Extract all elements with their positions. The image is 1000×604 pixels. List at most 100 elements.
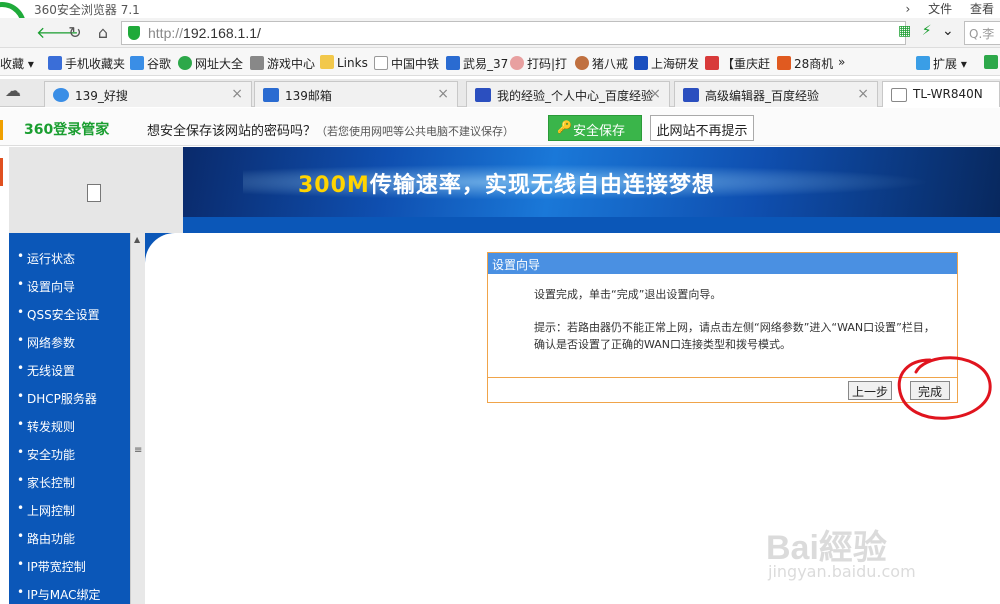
sidebar-item-network[interactable]: 网络参数: [9, 333, 145, 351]
sidebar-item-dhcp[interactable]: DHCP服务器: [9, 389, 145, 407]
banner-strip: [183, 217, 1000, 233]
scroll-up-icon[interactable]: ▲: [134, 235, 140, 244]
bookmark-icon: [634, 56, 648, 70]
tab-strip: ☁ 139_好搜 × 139邮箱 × 我的经验_个人中心_百度经验 × 高级编辑…: [0, 79, 1000, 107]
dialog-title: 设置向导: [488, 253, 957, 274]
search-input[interactable]: Q.李: [964, 21, 1000, 45]
browser-menu: › 文件 查看: [892, 0, 995, 17]
bookmark-item[interactable]: 猪八戒: [575, 55, 628, 72]
pig-icon: [510, 56, 524, 70]
dialog-footer: 上一步 完成: [488, 377, 957, 402]
bookmark-item[interactable]: 【重庆赶: [705, 55, 770, 72]
close-icon[interactable]: ×: [231, 86, 243, 102]
address-bar[interactable]: http://192.168.1.1/: [121, 21, 906, 45]
router-sidebar: 运行状态 设置向导 QSS安全设置 网络参数 无线设置 DHCP服务器 转发规则…: [9, 233, 145, 604]
sidebar-item-wireless[interactable]: 无线设置: [9, 361, 145, 379]
sidebar-item-status[interactable]: 运行状态: [9, 249, 145, 267]
password-save-message: 想安全保存该网站的密码吗？（若您使用网吧等公共电脑不建议保存）: [147, 124, 515, 139]
sidebar-item-ip-mac[interactable]: IP与MAC绑定: [9, 585, 145, 603]
bookmark-item[interactable]: 上海研发: [634, 55, 699, 72]
tab-item[interactable]: 139邮箱 ×: [254, 81, 458, 107]
broken-image-icon: [87, 184, 101, 202]
bookmark-item[interactable]: 手机收藏夹: [48, 55, 125, 72]
sidebar-item-access-control[interactable]: 上网控制: [9, 501, 145, 519]
bookmark-icon: [178, 56, 192, 70]
close-icon[interactable]: ×: [857, 86, 869, 102]
bookmark-item[interactable]: 游戏中心: [250, 55, 315, 72]
address-url[interactable]: http://192.168.1.1/: [148, 25, 261, 41]
never-for-site-button[interactable]: 此网站不再提示: [650, 115, 754, 141]
mail-icon: [263, 88, 279, 102]
close-icon[interactable]: ×: [437, 86, 449, 102]
tab-item[interactable]: 高级编辑器_百度经验 ×: [674, 81, 878, 107]
sidebar-item-routing[interactable]: 路由功能: [9, 529, 145, 547]
save-password-button[interactable]: 安全保存: [548, 115, 642, 141]
side-marker: [0, 158, 3, 186]
previous-button[interactable]: 上一步: [848, 381, 892, 400]
dialog-hint: 提示：若路由器仍不能正常上网，请点击左侧“网络参数”进入“WAN口设置”栏目，确…: [534, 321, 935, 351]
sidebar-item-bandwidth[interactable]: IP带宽控制: [9, 557, 145, 575]
close-icon[interactable]: ×: [649, 86, 661, 102]
bookmarks-bar: 收藏 ▾ 手机收藏夹 谷歌 网址大全 游戏中心 Links 中国中铁 武易_37…: [0, 48, 1000, 76]
bookmark-icon: [777, 56, 791, 70]
speed-icon[interactable]: ⚡: [922, 23, 932, 39]
side-marker: [0, 120, 3, 140]
dropdown-chevron-icon[interactable]: ⌄: [942, 23, 954, 39]
bookmark-item[interactable]: 武易_37: [446, 55, 508, 72]
sidebar-item-qss[interactable]: QSS安全设置: [9, 305, 145, 323]
dialog-message: 设置完成，单击“完成”退出设置向导。: [534, 288, 722, 301]
bookmark-icon: [48, 56, 62, 70]
password-save-bar: 360登录管家 想安全保存该网站的密码吗？（若您使用网吧等公共电脑不建议保存） …: [0, 108, 1000, 146]
tab-label: 高级编辑器_百度经验: [705, 89, 820, 103]
bookmark-item[interactable]: 中国中铁: [374, 55, 439, 72]
tab-item[interactable]: 139_好搜 ×: [44, 81, 252, 107]
router-banner: 300M传输速率，实现无线自由连接梦想: [183, 147, 1000, 217]
extensions-menu[interactable]: 扩展 ▾: [916, 55, 967, 72]
bookmarks-more[interactable]: »: [838, 55, 845, 69]
bookmark-item[interactable]: 打码|打: [510, 55, 567, 72]
back-icon[interactable]: 🡐: [36, 22, 79, 44]
favorites-menu[interactable]: 收藏 ▾: [0, 55, 34, 72]
sidebar-item-parental[interactable]: 家长控制: [9, 473, 145, 491]
tab-item[interactable]: 我的经验_个人中心_百度经验 ×: [466, 81, 670, 107]
menu-arrow-icon[interactable]: ›: [906, 2, 911, 16]
bookmark-icon: [575, 56, 589, 70]
sidebar-item-forwarding[interactable]: 转发规则: [9, 417, 145, 435]
annotation-circle: [897, 356, 992, 420]
content-corner: [145, 233, 175, 263]
qr-icon[interactable]: ▦: [898, 23, 911, 39]
tab-label: 139邮箱: [285, 89, 332, 103]
gamepad-icon: [250, 56, 264, 70]
tab-label: 139_好搜: [75, 89, 128, 103]
bookmark-item[interactable]: 网址大全: [178, 55, 243, 72]
paw-icon: [683, 88, 699, 102]
extension-icon[interactable]: [984, 55, 1000, 70]
sidebar-item-security[interactable]: 安全功能: [9, 445, 145, 463]
tab-item-active[interactable]: TL-WR840N: [882, 81, 1000, 107]
bookmark-item[interactable]: 谷歌: [130, 55, 171, 72]
cloud-icon[interactable]: ☁: [2, 80, 24, 102]
menu-file[interactable]: 文件: [928, 2, 952, 16]
search-icon: [53, 88, 69, 102]
bookmark-icon: [705, 56, 719, 70]
password-manager-brand: 360登录管家: [24, 122, 110, 138]
bookmark-icon: [446, 56, 460, 70]
refresh-icon[interactable]: ↻: [64, 22, 86, 44]
watermark-url: jingyan.baidu.com: [768, 562, 916, 581]
sidebar-item-wizard[interactable]: 设置向导: [9, 277, 145, 295]
bookmark-item[interactable]: Links: [320, 55, 368, 70]
bookmark-icon: [130, 56, 144, 70]
folder-icon: [320, 55, 334, 69]
home-icon[interactable]: ⌂: [92, 22, 114, 44]
bookmark-item[interactable]: 28商机: [777, 55, 833, 72]
menu-view[interactable]: 查看: [970, 2, 994, 16]
navigation-bar: 🡐 ↻ ⌂ http://192.168.1.1/ ▦ ⚡ ⌄ Q.李: [0, 18, 1000, 48]
setup-wizard-dialog: 设置向导 设置完成，单击“完成”退出设置向导。 提示：若路由器仍不能正常上网，请…: [487, 252, 958, 403]
paw-icon: [475, 88, 491, 102]
watermark: Bai經验 jingyan.baidu.com: [766, 498, 976, 588]
browser-title-bar: 360安全浏览器 7.1 › 文件 查看: [0, 0, 1000, 50]
scroll-grip-icon[interactable]: ≡: [134, 445, 142, 456]
sidebar-scrollbar[interactable]: ▲ ≡: [130, 233, 145, 604]
tab-label: 我的经验_个人中心_百度经验: [497, 89, 654, 103]
page-icon: [374, 56, 388, 70]
